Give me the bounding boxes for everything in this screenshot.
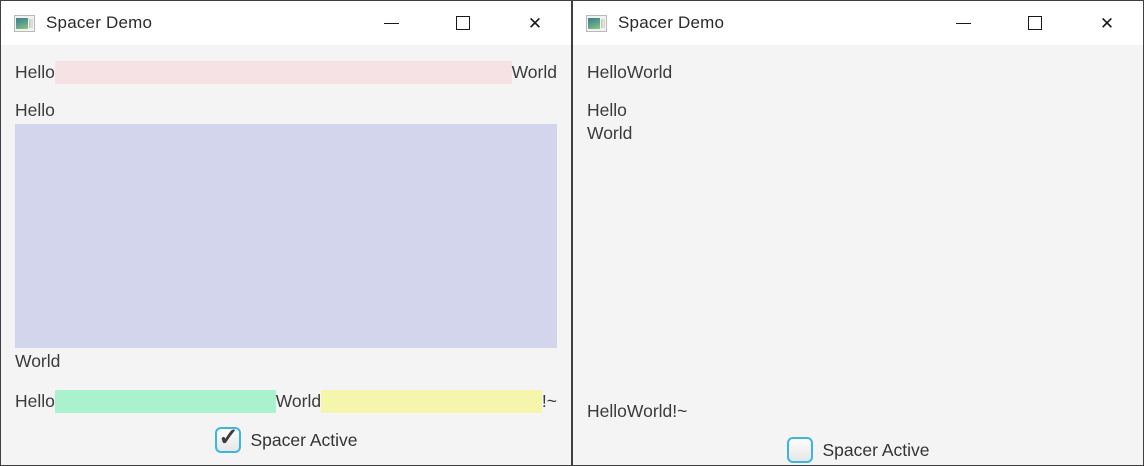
checkmark-icon: ✓ [218,423,239,451]
spacer-active-checkbox[interactable]: ✓ [786,437,813,463]
titlebar[interactable]: Spacer Demo ✕ [1,1,571,45]
horizontal-spacer-row: Hello World [587,61,1129,84]
lavender-spacer [15,124,557,348]
minimize-button[interactable] [927,1,999,45]
window-title: Spacer Demo [618,13,725,32]
hello-label: Hello [15,62,55,82]
hello-label: Hello [587,62,627,82]
spacer-active-checkbox[interactable]: ✓ [214,424,241,453]
app-icon-strip [601,18,605,28]
world-label: World [587,123,633,143]
window-body: Hello World Hello World Hello World !~ ✓… [1,45,571,465]
app-icon-strip [29,18,33,28]
app-icon [586,14,607,32]
caption-buttons: ✕ [927,1,1143,45]
green-spacer [54,390,276,413]
hello-label: Hello [587,401,627,421]
window-title: Spacer Demo [46,13,153,32]
horizontal-spacer-row: Hello World [15,61,557,84]
spacer-active-label[interactable]: Spacer Active [251,430,358,451]
double-spacer-row: Hello World !~ [15,390,557,413]
minimize-button[interactable] [355,1,427,45]
minimize-icon [383,22,399,24]
close-button[interactable]: ✕ [499,1,571,45]
close-icon: ✕ [527,13,543,33]
close-button[interactable]: ✕ [1071,1,1143,45]
maximize-button[interactable] [427,1,499,45]
hello-label: Hello [15,100,55,120]
app-icon [14,14,35,32]
app-icon-thumbnail [588,17,600,29]
close-icon: ✕ [1099,13,1115,33]
window-spacer-inactive: Spacer Demo ✕ Hello World Hello World He… [572,0,1144,466]
suffix-label: !~ [541,391,557,411]
app-icon-thumbnail [16,17,28,29]
world-label: World [626,401,673,421]
vertical-spacer-bottom-row: World [587,122,1129,145]
spacer-active-label[interactable]: Spacer Active [823,440,930,461]
pink-spacer [54,61,512,84]
world-label: World [15,351,61,371]
window-body: Hello World Hello World Hello World !~ ✓… [573,45,1143,465]
world-label: World [626,62,673,82]
window-spacer-active: Spacer Demo ✕ Hello World Hello World He… [0,0,572,466]
minimize-icon [955,22,971,24]
spacer-active-row: ✓ Spacer Active [15,424,557,455]
caption-buttons: ✕ [355,1,571,45]
vertical-spacer-bottom-row: World [15,350,557,373]
suffix-label: !~ [672,401,688,421]
world-label: World [511,62,557,82]
hello-label: Hello [15,391,55,411]
vertical-spacer-top-row: Hello [15,99,557,122]
double-spacer-row: Hello World !~ [587,400,1129,423]
desktop: Spacer Demo ✕ Hello World Hello World He… [0,0,1144,466]
spacer-active-row: ✓ Spacer Active [587,435,1129,465]
titlebar[interactable]: Spacer Demo ✕ [573,1,1143,45]
maximize-icon [1028,16,1042,30]
empty-space [587,145,1129,400]
hello-label: Hello [587,100,627,120]
world-label: World [275,391,322,411]
vertical-spacer-top-row: Hello [587,99,1129,122]
maximize-icon [456,16,470,30]
maximize-button[interactable] [999,1,1071,45]
yellow-spacer [321,390,542,413]
